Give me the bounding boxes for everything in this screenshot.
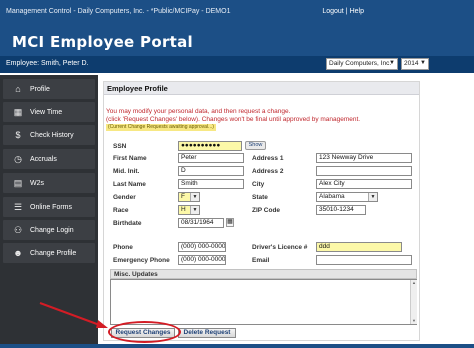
bottom-strip	[0, 344, 474, 348]
annotation-arrow-icon	[39, 302, 108, 328]
